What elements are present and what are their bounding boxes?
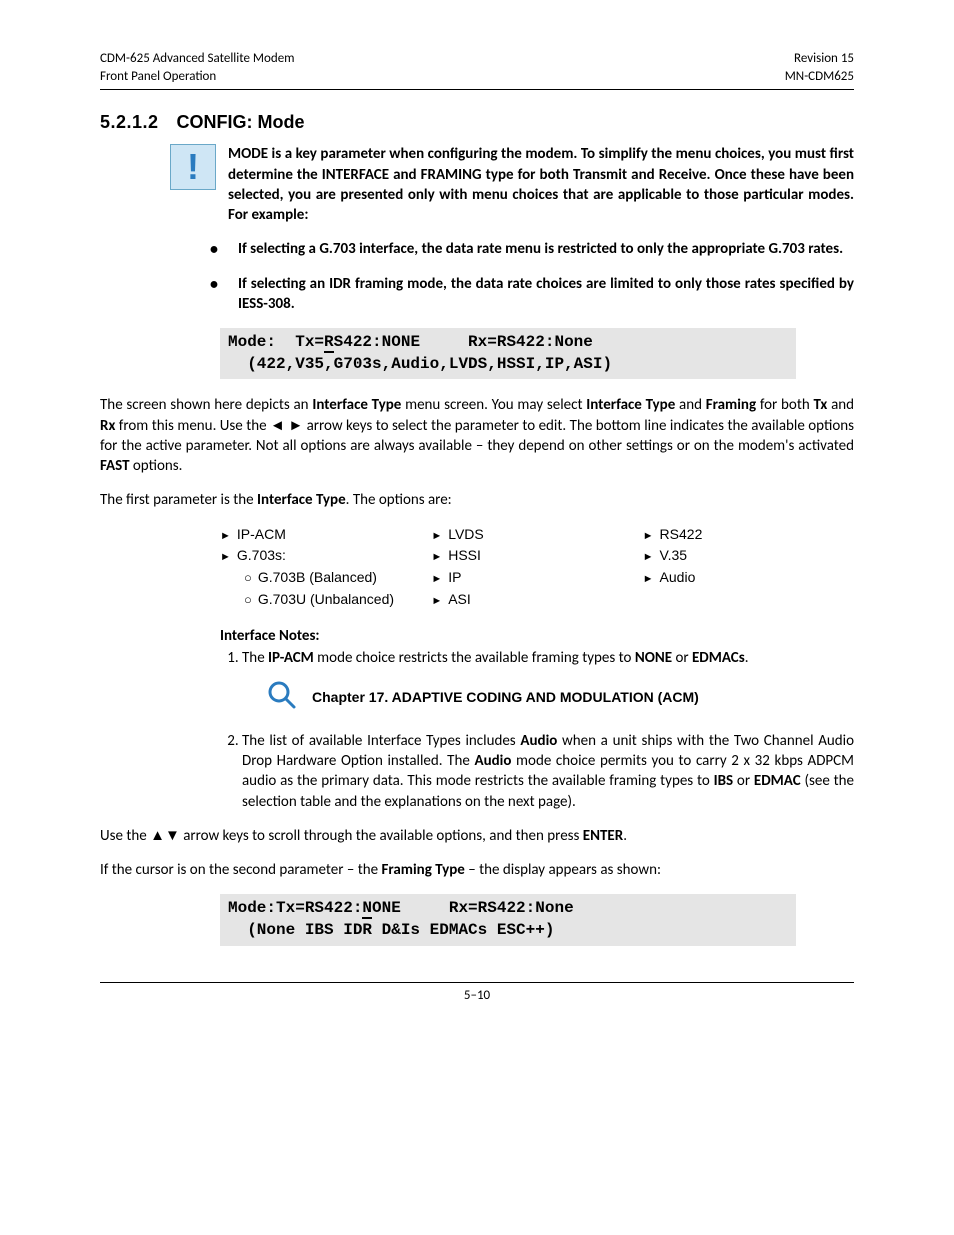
header-left: CDM-625 Advanced Satellite Modem Front P… — [100, 50, 295, 85]
interface-notes-list: The IP-ACM mode choice restricts the ava… — [220, 648, 854, 812]
option-item: ►V.35 — [643, 546, 854, 565]
chapter-reference-text: Chapter 17. ADAPTIVE CODING AND MODULATI… — [312, 688, 699, 707]
option-subitem: ○G.703U (Unbalanced) — [244, 590, 431, 609]
option-item: ►G.703s: — [220, 546, 431, 565]
body-paragraph: If the cursor is on the second parameter… — [100, 860, 854, 880]
triangle-icon: ► — [220, 551, 231, 563]
option-item: ►RS422 — [643, 525, 854, 544]
option-item: ►IP-ACM — [220, 525, 431, 544]
interface-note-item: The IP-ACM mode choice restricts the ava… — [242, 648, 854, 719]
info-note-text: MODE is a key parameter when configuring… — [228, 144, 854, 225]
body-paragraph: The first parameter is the Interface Typ… — [100, 490, 854, 510]
triangle-icon: ► — [643, 530, 654, 542]
header-right: Revision 15 MN-CDM625 — [785, 50, 854, 85]
header-doc-title: CDM-625 Advanced Satellite Modem — [100, 51, 295, 66]
circle-icon: ○ — [244, 570, 252, 585]
section-number: 5.2.1.2 — [100, 112, 159, 132]
section-title-text: CONFIG: Mode — [177, 112, 305, 132]
triangle-icon: ► — [643, 551, 654, 563]
chapter-reference: Chapter 17. ADAPTIVE CODING AND MODULATI… — [264, 677, 854, 719]
page-footer: 5–10 — [100, 982, 854, 1005]
option-item: ►ASI — [431, 590, 642, 609]
interface-options: ►IP-ACM ►G.703s: ○G.703B (Balanced) ○G.7… — [220, 525, 854, 613]
info-note: ! MODE is a key parameter when configuri… — [170, 144, 854, 225]
header-section: Front Panel Operation — [100, 69, 216, 84]
options-column: ►IP-ACM ►G.703s: ○G.703B (Balanced) ○G.7… — [220, 525, 431, 613]
lcd-display-1: Mode: Tx=RS422:NONE Rx=RS422:None (422,V… — [220, 328, 796, 379]
info-icon: ! — [170, 144, 216, 190]
section-heading: 5.2.1.2 CONFIG: Mode — [100, 110, 854, 134]
option-item: ►Audio — [643, 568, 854, 587]
header-doc-number: MN-CDM625 — [785, 69, 854, 84]
intro-bullet-item: If selecting an IDR framing mode, the da… — [210, 274, 854, 315]
option-item: ►HSSI — [431, 546, 642, 565]
intro-bullet-list: If selecting a G.703 interface, the data… — [210, 239, 854, 314]
magnifier-icon — [264, 677, 300, 719]
options-column: ►LVDS ►HSSI ►IP ►ASI — [431, 525, 642, 613]
page-header: CDM-625 Advanced Satellite Modem Front P… — [100, 50, 854, 90]
interface-notes-heading: Interface Notes: — [220, 626, 854, 646]
triangle-icon: ► — [431, 573, 442, 585]
body-paragraph: Use the ▲▼ arrow keys to scroll through … — [100, 826, 854, 846]
triangle-icon: ► — [643, 573, 654, 585]
lcd-display-2: Mode:Tx=RS422:NONE Rx=RS422:None (None I… — [220, 894, 796, 945]
option-item: ►IP — [431, 568, 642, 587]
header-revision: Revision 15 — [794, 51, 854, 66]
circle-icon: ○ — [244, 592, 252, 607]
intro-bullet-item: If selecting a G.703 interface, the data… — [210, 239, 854, 259]
option-item: ►LVDS — [431, 525, 642, 544]
exclamation-icon: ! — [187, 149, 199, 185]
interface-note-item: The list of available Interface Types in… — [242, 731, 854, 812]
page-number: 5–10 — [464, 988, 490, 1003]
triangle-icon: ► — [431, 551, 442, 563]
lcd-cursor: R — [324, 333, 334, 353]
triangle-icon: ► — [220, 530, 231, 542]
triangle-icon: ► — [431, 530, 442, 542]
lcd-cursor: N — [362, 899, 372, 919]
option-subitem: ○G.703B (Balanced) — [244, 568, 431, 587]
triangle-icon: ► — [431, 595, 442, 607]
body-paragraph: The screen shown here depicts an Interfa… — [100, 395, 854, 476]
options-column: ►RS422 ►V.35 ►Audio — [643, 525, 854, 613]
